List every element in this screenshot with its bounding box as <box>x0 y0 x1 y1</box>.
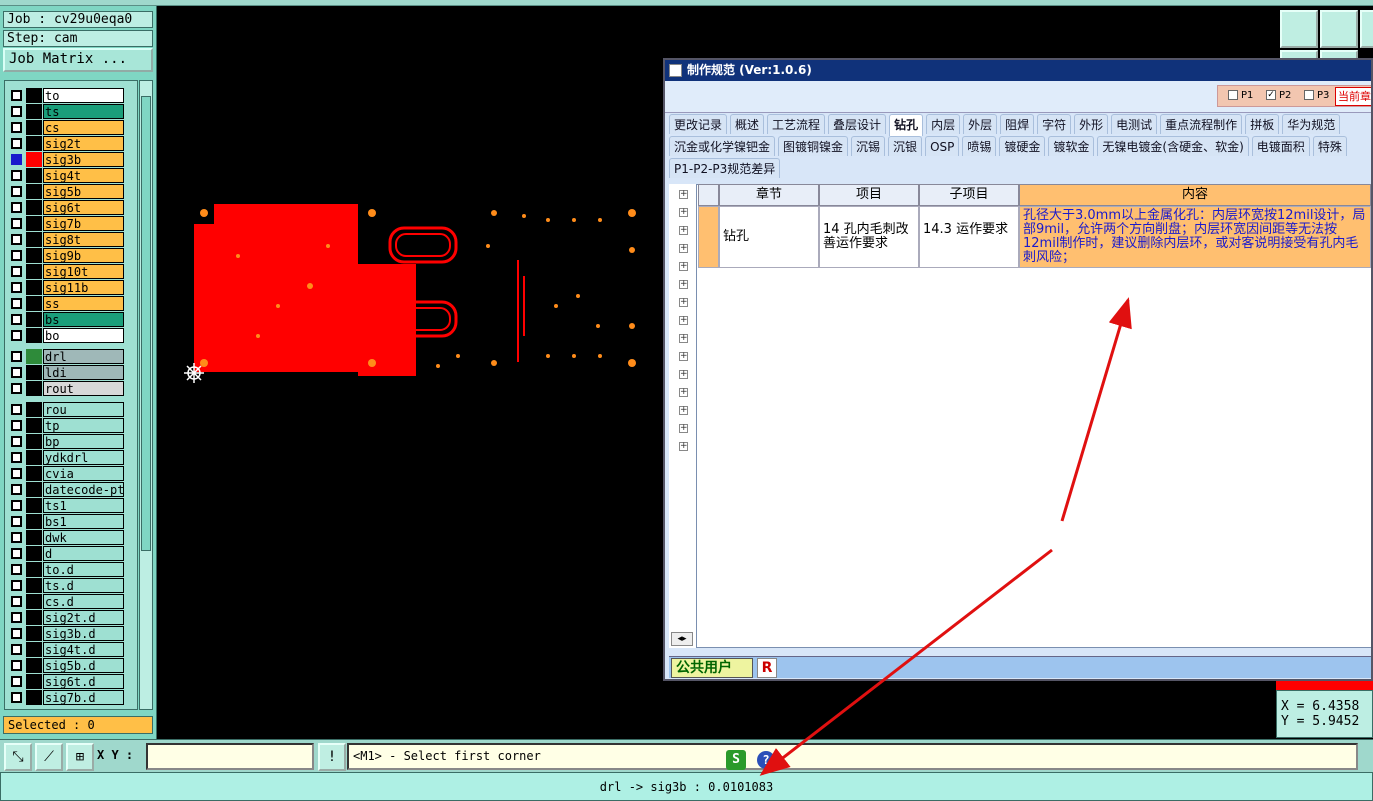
annotation-arrows <box>759 297 1132 776</box>
arrow-to-status <box>759 548 1053 776</box>
arrow-to-content <box>1060 297 1132 522</box>
